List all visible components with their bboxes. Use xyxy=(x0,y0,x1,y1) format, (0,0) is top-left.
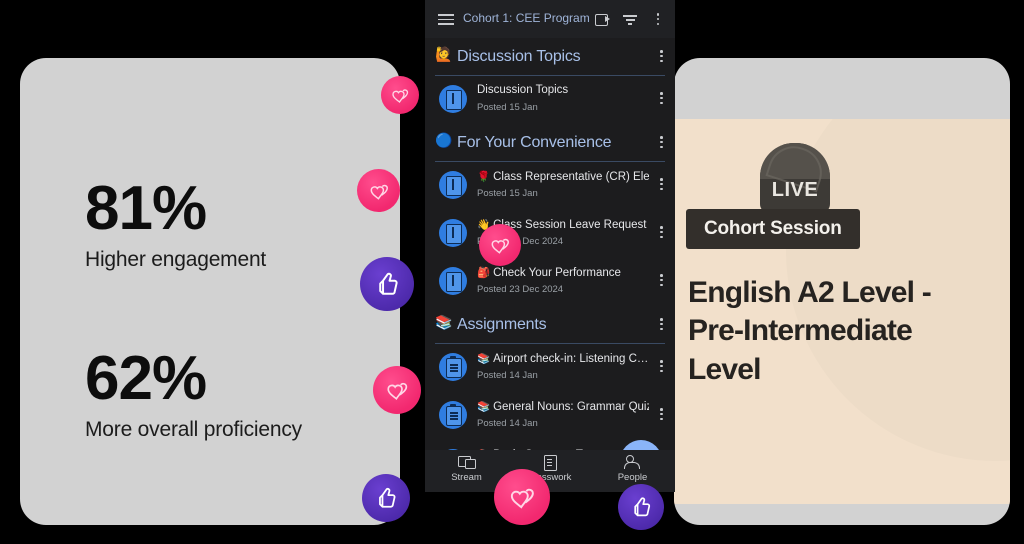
classwork-list[interactable]: 🙋 Discussion Topics Discussion Topics Po… xyxy=(425,38,675,458)
item-overflow-icon[interactable] xyxy=(660,274,663,288)
list-item-title: 🌹 Class Representative (CR) Ele… xyxy=(477,171,649,183)
item-overflow-icon[interactable] xyxy=(660,360,663,374)
list-item-title: 🎒 Check Your Performance xyxy=(477,267,621,279)
item-emoji-icon: 🌹 xyxy=(477,171,491,183)
course-title: Cohort 1: CEE Program xyxy=(463,11,590,25)
assignment-icon xyxy=(439,353,467,381)
list-item[interactable]: 🎒 Check Your Performance Posted 23 Dec 20… xyxy=(435,258,665,306)
item-emoji-icon: 📚 xyxy=(477,401,491,413)
stream-icon xyxy=(458,455,476,470)
list-item-title: 📚 General Nouns: Grammar Quiz xyxy=(477,401,649,413)
section-title: For Your Convenience xyxy=(457,134,612,151)
live-badge-icon: LIVE xyxy=(760,143,830,213)
reaction-bubble-heart[interactable] xyxy=(381,76,419,114)
section-emoji-icon: 🙋 xyxy=(435,46,453,62)
reaction-bubble-thumbs-up[interactable] xyxy=(360,257,414,311)
stat-card-proficiency: 62% More overall proficiency xyxy=(85,348,302,442)
list-item-posted: Posted 14 Jan xyxy=(477,418,538,429)
section-overflow-icon[interactable] xyxy=(660,318,663,332)
filter-icon[interactable] xyxy=(622,11,638,27)
list-item-posted: Posted 14 Jan xyxy=(477,370,538,381)
reaction-bubble-heart[interactable] xyxy=(494,469,550,525)
item-emoji-icon: 📚 xyxy=(477,353,491,365)
reaction-bubble-heart[interactable] xyxy=(373,366,421,414)
session-chip: Cohort Session xyxy=(686,209,860,249)
item-overflow-icon[interactable] xyxy=(660,226,663,240)
stats-panel: 81% Higher engagement 62% More overall p… xyxy=(20,58,400,525)
item-overflow-icon[interactable] xyxy=(660,92,663,106)
section-header-for-your-convenience[interactable]: 🔵 For Your Convenience xyxy=(435,124,665,159)
session-chip-label: Cohort Session xyxy=(704,218,842,239)
people-icon xyxy=(624,455,641,470)
material-icon xyxy=(439,219,467,247)
section-header-assignments[interactable]: 📚 Assignments xyxy=(435,306,665,341)
session-card: LIVE Cohort Session English A2 Level - P… xyxy=(674,119,1010,504)
section-overflow-icon[interactable] xyxy=(660,50,663,64)
section-emoji-icon: 📚 xyxy=(435,314,453,330)
list-item-posted: Posted 15 Jan xyxy=(477,102,538,113)
stat-number: 81% xyxy=(85,174,207,243)
hamburger-icon[interactable] xyxy=(438,14,454,25)
material-icon xyxy=(439,171,467,199)
classwork-icon xyxy=(541,455,558,471)
overflow-menu-icon[interactable] xyxy=(650,11,666,29)
section-title: Discussion Topics xyxy=(457,48,581,65)
list-item[interactable]: Discussion Topics Posted 15 Jan xyxy=(435,76,665,124)
list-item-title: 📚 Airport check-in: Listening C… xyxy=(477,353,649,365)
material-icon xyxy=(439,267,467,295)
reaction-bubble-thumbs-up[interactable] xyxy=(362,474,410,522)
nav-label: Stream xyxy=(451,472,482,483)
reaction-bubble-heart[interactable] xyxy=(479,224,521,266)
section-emoji-icon: 🔵 xyxy=(435,132,453,148)
section-header-discussion-topics[interactable]: 🙋 Discussion Topics xyxy=(435,38,665,73)
stat-caption: Higher engagement xyxy=(85,248,267,271)
list-item-title: Discussion Topics xyxy=(477,84,569,96)
material-icon xyxy=(439,85,467,113)
assignment-icon xyxy=(439,401,467,429)
live-label: LIVE xyxy=(771,179,819,201)
list-item[interactable]: 🌹 Class Representative (CR) Ele… Posted 1… xyxy=(435,162,665,210)
nav-item-people[interactable]: People xyxy=(591,455,674,483)
item-overflow-icon[interactable] xyxy=(660,178,663,192)
app-bar: Cohort 1: CEE Program xyxy=(425,0,675,38)
session-title: English A2 Level - Pre-Intermediate Leve… xyxy=(688,276,932,386)
section-overflow-icon[interactable] xyxy=(660,136,663,150)
reaction-bubble-heart[interactable] xyxy=(357,169,400,212)
stat-number: 62% xyxy=(85,344,207,413)
list-item[interactable]: 📚 Airport check-in: Listening C… Posted 1… xyxy=(435,344,665,392)
list-item-posted: Posted 23 Dec 2024 xyxy=(477,284,564,295)
video-lens xyxy=(605,16,610,22)
session-panel: LIVE Cohort Session English A2 Level - P… xyxy=(674,58,1010,525)
list-item-posted: Posted 15 Jan xyxy=(477,188,538,199)
list-item[interactable]: 📚 General Nouns: Grammar Quiz Posted 14 J… xyxy=(435,392,665,440)
section-title: Assignments xyxy=(457,316,547,333)
screenshot-stage: 81% Higher engagement 62% More overall p… xyxy=(0,0,1024,544)
nav-item-stream[interactable]: Stream xyxy=(425,455,508,483)
live-badge-dome xyxy=(760,143,830,179)
nav-label: People xyxy=(617,472,648,483)
video-call-icon[interactable] xyxy=(595,11,611,27)
list-item[interactable]: 👋Class Session Leave Request Posted 23 D… xyxy=(435,210,665,258)
reaction-bubble-thumbs-up[interactable] xyxy=(618,484,664,530)
item-overflow-icon[interactable] xyxy=(660,408,663,422)
item-emoji-icon: 🎒 xyxy=(477,267,491,279)
stat-card-engagement: 81% Higher engagement xyxy=(85,178,266,272)
phone-mockup: Cohort 1: CEE Program 🙋 Discussion Topic… xyxy=(425,0,675,492)
stat-caption: More overall proficiency xyxy=(85,418,302,441)
